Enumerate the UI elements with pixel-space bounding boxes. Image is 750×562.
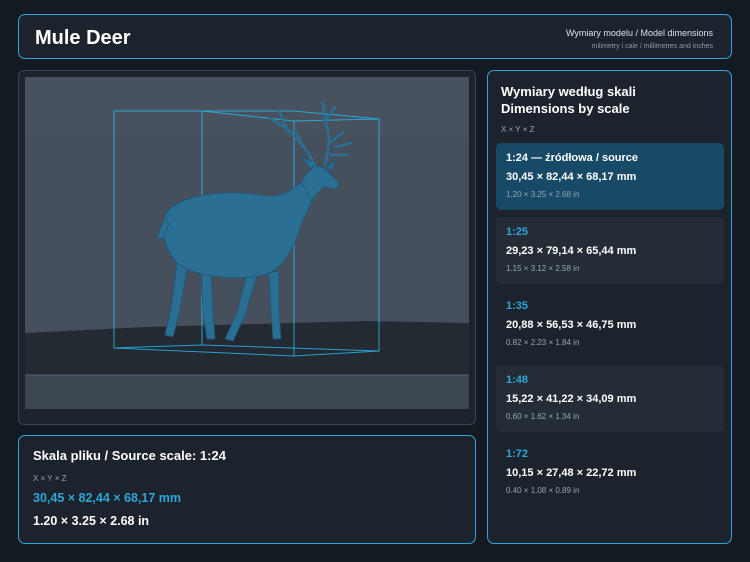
viewport-canvas[interactable] xyxy=(25,77,469,409)
scale-label: 1:35 xyxy=(506,300,529,312)
scale-row-1-25[interactable]: 1:25 29,23 × 79,14 × 65,44 mm 1.15 × 3.1… xyxy=(496,217,724,284)
scales-axes-label: X × Y × Z xyxy=(501,125,535,134)
scale-dimensions-mm: 15,22 × 41,22 × 34,09 mm xyxy=(506,393,637,405)
viewport-wall-highlight xyxy=(25,77,469,137)
scale-dimensions-mm: 20,88 × 56,53 × 46,75 mm xyxy=(506,319,637,331)
source-dimensions-in: 1.20 × 3.25 × 2.68 in xyxy=(33,514,150,528)
source-scale-title: Skala pliku / Source scale: 1:24 xyxy=(33,448,226,463)
scale-row-1-48[interactable]: 1:48 15,22 × 41,22 × 34,09 mm 0.60 × 1.6… xyxy=(496,365,724,432)
scale-dimensions-mm: 30,45 × 82,44 × 68,17 mm xyxy=(506,171,637,183)
scale-dimensions-mm: 29,23 × 79,14 × 65,44 mm xyxy=(506,245,637,257)
source-axes-label: X × Y × Z xyxy=(33,474,67,483)
scales-panel-title-en: Dimensions by scale xyxy=(501,101,630,116)
scale-label: 1:25 xyxy=(506,226,529,238)
scale-row-1-72[interactable]: 1:72 10,15 × 27,48 × 22,72 mm 0.40 × 1.0… xyxy=(496,439,724,506)
header-bar: Mule Deer Wymiary modelu / Model dimensi… xyxy=(18,14,732,59)
source-dimensions-mm: 30,45 × 82,44 × 68,17 mm xyxy=(33,491,182,505)
source-scale-panel: Skala pliku / Source scale: 1:24 X × Y ×… xyxy=(18,435,476,544)
header-subtitle: Wymiary modelu / Model dimensions xyxy=(566,28,713,38)
scale-row-1-35[interactable]: 1:35 20,88 × 56,53 × 46,75 mm 0.82 × 2.2… xyxy=(496,291,724,358)
scale-label: 1:24 — źródłowa / source xyxy=(506,152,639,164)
scale-row-1-24[interactable]: 1:24 — źródłowa / source 30,45 × 82,44 ×… xyxy=(496,143,724,210)
scale-label: 1:72 xyxy=(506,448,529,460)
page-title: Mule Deer xyxy=(35,27,131,49)
scale-dimensions-in: 1.20 × 3.25 × 2.68 in xyxy=(506,190,580,199)
scales-panel-title: Wymiary według skali Dimensions by scale xyxy=(501,83,636,117)
dimensions-by-scale-panel: Wymiary według skali Dimensions by scale… xyxy=(487,70,732,544)
scales-panel-title-pl: Wymiary według skali xyxy=(501,84,636,99)
scale-dimensions-in: 1.15 × 3.12 × 2.58 in xyxy=(506,264,580,273)
scale-dimensions-mm: 10,15 × 27,48 × 22,72 mm xyxy=(506,467,637,479)
scale-label: 1:48 xyxy=(506,374,529,386)
scale-dimensions-in: 0.60 × 1.62 × 1.34 in xyxy=(506,412,580,421)
viewport-floor-edge xyxy=(25,375,469,409)
header-units-note: milimetry i cale / millimetres and inche… xyxy=(591,43,713,50)
scale-dimensions-in: 0.82 × 2.23 × 1.84 in xyxy=(506,338,580,347)
model-viewport[interactable] xyxy=(18,70,476,425)
scale-dimensions-in: 0.40 × 1.08 × 0.89 in xyxy=(506,486,580,495)
